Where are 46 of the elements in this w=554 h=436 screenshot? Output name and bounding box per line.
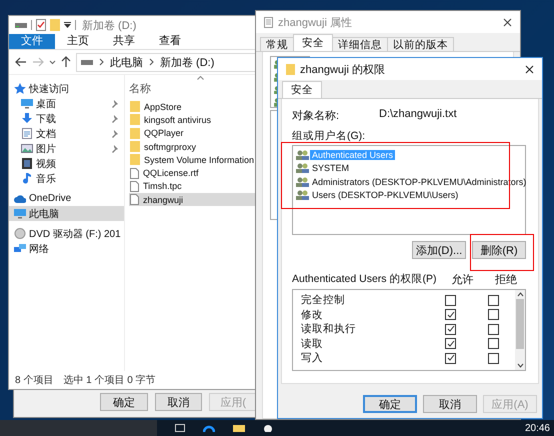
object-value: D:\zhangwuji.txt (379, 108, 457, 122)
column-header: 允许 (450, 272, 475, 286)
permissions-label: Authenticated Users 的权限(P) (292, 272, 438, 286)
sidebar-item[interactable]: 网络 (9, 241, 124, 256)
sidebar-item[interactable]: 此电脑 (9, 206, 124, 221)
sidebar-item[interactable]: 图片 (9, 141, 124, 156)
window-title: zhangwuji 的权限 (300, 62, 386, 76)
permission-name: 读取 (301, 336, 324, 351)
sidebar-item[interactable]: 桌面 (9, 96, 124, 111)
ribbon-tab[interactable]: 主页 (55, 34, 101, 49)
permission-name: 修改 (301, 308, 324, 322)
permission-name: 读取和执行 (301, 322, 357, 336)
column-header: 拒绝 (494, 272, 518, 286)
tab[interactable]: 安全 (293, 34, 333, 51)
clock: 20:46 (524, 422, 550, 434)
sidebar-item[interactable]: 下载 (9, 111, 124, 126)
dialog-button[interactable]: 取消 (154, 393, 202, 411)
dialog-button[interactable]: 删除(R) (472, 241, 526, 259)
sidebar-item[interactable]: 快速访问 (9, 81, 124, 96)
permission-name: 写入 (301, 351, 324, 366)
ribbon-tab[interactable]: 文件 (9, 34, 55, 49)
breadcrumb[interactable]: 新加卷 (D:) (160, 54, 214, 70)
status-text: 选中 1 个项目 0 字节 (63, 374, 156, 387)
permission-name: 完全控制 (301, 293, 346, 308)
group-item[interactable]: SYSTEM (296, 162, 352, 175)
dialog-button[interactable]: 确定 (363, 395, 417, 413)
tab[interactable]: 以前的版本 (387, 37, 454, 51)
dialog-button[interactable]: 确定 (100, 393, 148, 411)
window-title: zhangwuji 属性 (278, 16, 353, 30)
dialog-button[interactable]: 添加(D)... (412, 241, 466, 259)
object-label: 对象名称: (292, 109, 340, 122)
status-text: 8 个项目 (15, 374, 54, 387)
tab[interactable]: 详细信息 (332, 37, 388, 51)
ribbon-tab[interactable]: 共享 (101, 34, 147, 49)
ribbon-tab[interactable]: 查看 (147, 34, 193, 49)
sidebar-item[interactable]: OneDrive (9, 191, 124, 206)
window-title: 新加卷 (D:) (82, 18, 136, 32)
sidebar-item[interactable]: DVD 驱动器 (F:) 201 (9, 226, 124, 241)
sidebar-item[interactable]: 音乐 (9, 171, 124, 186)
tab[interactable]: 安全 (282, 81, 322, 98)
groups-label: 组或用户名(G): (292, 129, 366, 142)
dialog-button[interactable]: 取消 (423, 395, 477, 413)
sidebar-item[interactable]: 文档 (9, 126, 124, 141)
sidebar-item[interactable]: 视频 (9, 156, 124, 171)
group-item[interactable]: Users (DESKTOP-PKLVEMU\Users) (296, 188, 460, 202)
breadcrumb[interactable]: 此电脑 (110, 54, 143, 70)
